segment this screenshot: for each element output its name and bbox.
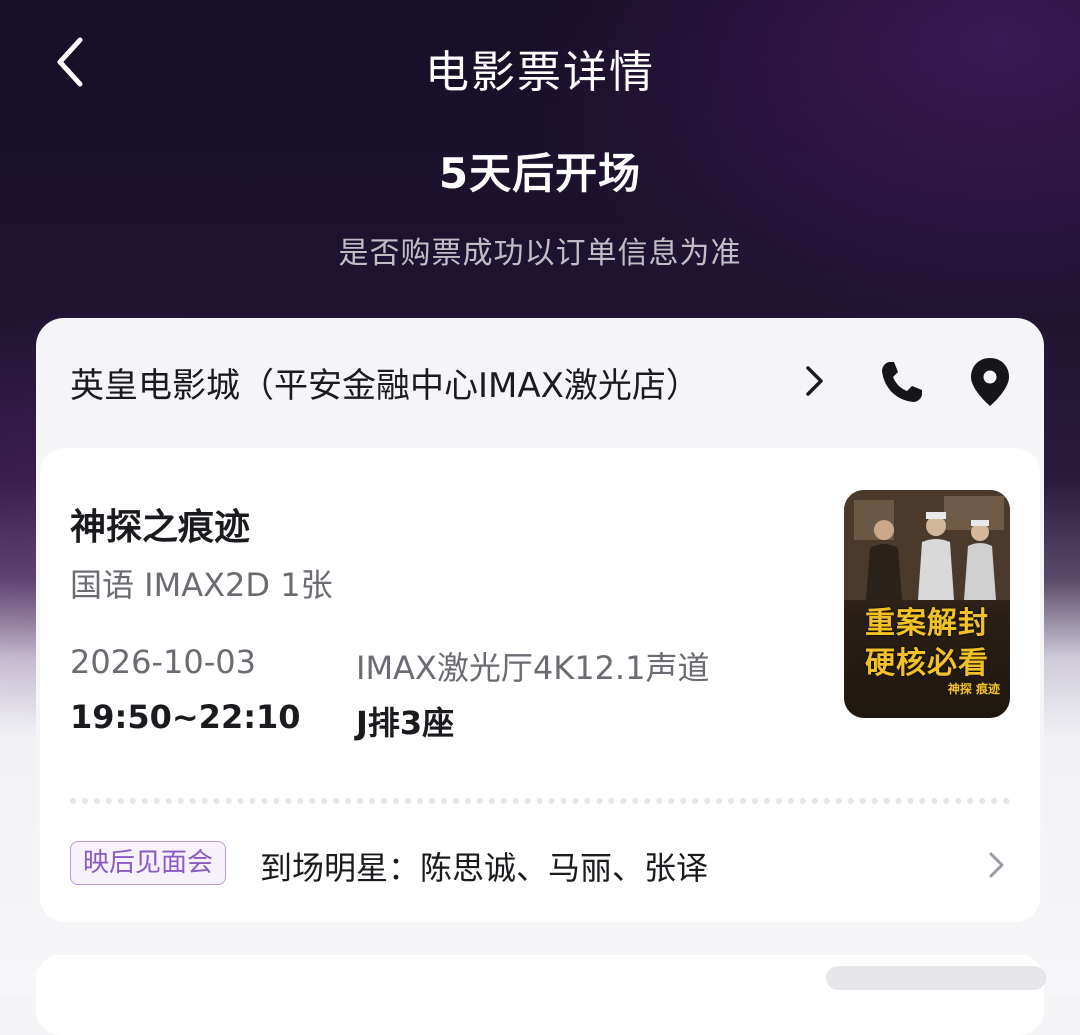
ticket-card: 英皇电影城（平安金融中心IMAX激光店） 神探之痕迹 国语 IMAX2D 1张 … xyxy=(36,318,1044,958)
phone-icon xyxy=(882,362,922,402)
hall-name: IMAX激光厅4K12.1声道 xyxy=(356,649,710,687)
watermark-bar xyxy=(826,966,1046,990)
call-button[interactable] xyxy=(876,356,928,408)
cinema-name[interactable]: 英皇电影城（平安金融中心IMAX激光店） xyxy=(70,358,700,407)
chevron-right-icon xyxy=(989,852,1004,878)
ticket-perforation xyxy=(70,798,1010,804)
poster-subheadline: 硬核必看 xyxy=(865,646,989,681)
show-date: 2026-10-03 xyxy=(70,643,256,681)
location-pin-icon xyxy=(971,358,1009,406)
movie-meta: 国语 IMAX2D 1张 xyxy=(70,566,333,604)
event-tag: 映后见面会 xyxy=(70,841,227,885)
show-time: 19:50~22:10 xyxy=(70,698,301,736)
poster-logo-text: 神探 痕迹 xyxy=(947,682,1000,696)
movie-poster[interactable]: 重案解封 硬核必看 神探 痕迹 xyxy=(844,490,1010,718)
poster-headline: 重案解封 xyxy=(865,606,989,641)
movie-title: 神探之痕迹 xyxy=(70,507,251,548)
ticket-details: 神探之痕迹 国语 IMAX2D 1张 2026-10-03 IMAX激光厅4K1… xyxy=(40,448,1040,922)
map-button[interactable] xyxy=(964,356,1016,408)
seat-number: J排3座 xyxy=(356,704,455,742)
chevron-right-icon xyxy=(806,366,823,396)
page-title: 电影票详情 xyxy=(425,47,655,98)
cinema-row[interactable]: 英皇电影城（平安金融中心IMAX激光店） xyxy=(36,318,1044,446)
purchase-notice: 是否购票成功以订单信息为准 xyxy=(338,236,742,271)
countdown-text: 5天后开场 xyxy=(438,149,642,198)
event-guests: 到场明星：陈思诚、马丽、张译 xyxy=(260,849,709,887)
event-row[interactable]: 映后见面会 到场明星：陈思诚、马丽、张译 xyxy=(40,818,1040,918)
poster-figures xyxy=(844,490,1010,600)
